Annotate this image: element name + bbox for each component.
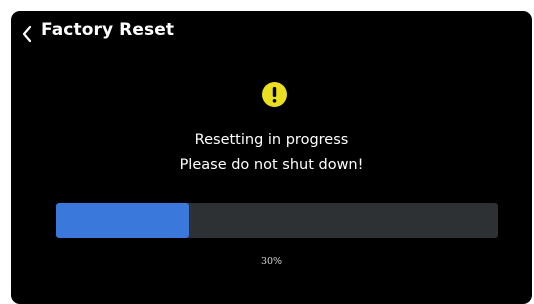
chevron-left-icon [22, 25, 32, 43]
page-title: Factory Reset [41, 20, 175, 40]
back-button[interactable] [21, 21, 33, 47]
status-message-line1: Resetting in progress [194, 132, 349, 148]
warning-icon [262, 82, 287, 107]
progress-percent: 30% [260, 256, 283, 267]
factory-reset-screen: Factory Reset Resetting in progress Plea… [11, 11, 532, 304]
progress-bar-fill [56, 203, 189, 238]
progress-bar [56, 203, 498, 238]
status-message-line2: Please do not shut down! [179, 157, 364, 173]
